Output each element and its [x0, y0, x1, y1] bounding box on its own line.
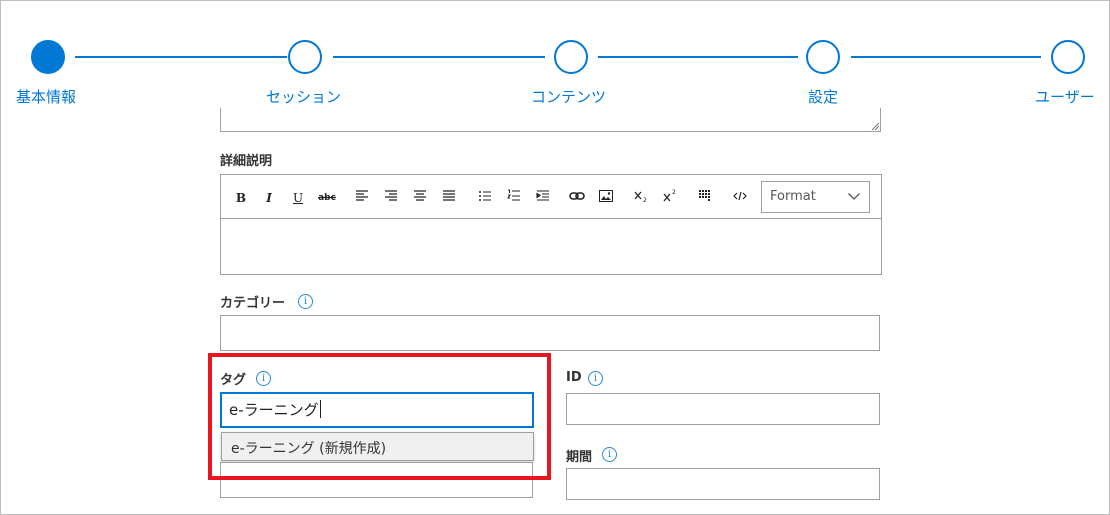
step-connector: [333, 56, 545, 58]
step-connector: [851, 56, 1041, 58]
chevron-down-icon: [848, 193, 860, 200]
step-3-label[interactable]: コンテンツ: [531, 86, 606, 107]
link-icon[interactable]: [567, 189, 587, 207]
id-info-icon[interactable]: i: [588, 371, 603, 386]
step-4-label[interactable]: 設定: [808, 86, 838, 107]
underline-button[interactable]: U: [288, 189, 308, 207]
step-1-circle[interactable]: [31, 40, 65, 74]
image-icon[interactable]: [596, 189, 616, 207]
numbered-list-icon[interactable]: [504, 189, 524, 207]
bullet-list-icon[interactable]: [475, 189, 495, 207]
svg-text:2: 2: [672, 189, 676, 196]
step-4-circle[interactable]: [806, 40, 840, 74]
period-info-icon[interactable]: i: [602, 447, 617, 462]
step-connector: [598, 56, 798, 58]
format-select-value: Format: [770, 189, 816, 204]
id-input[interactable]: [566, 393, 880, 425]
table-icon[interactable]: [695, 189, 715, 207]
step-2-label[interactable]: セッション: [266, 86, 341, 107]
indent-icon[interactable]: [533, 189, 553, 207]
subscript-icon[interactable]: 2: [631, 189, 651, 207]
align-left-icon[interactable]: [352, 189, 372, 207]
step-5-circle[interactable]: [1051, 40, 1085, 74]
resize-grip-icon[interactable]: [871, 122, 879, 130]
code-view-icon[interactable]: [730, 189, 750, 207]
italic-button[interactable]: I: [259, 189, 279, 207]
superscript-icon[interactable]: 2: [660, 189, 680, 207]
bold-button[interactable]: B: [231, 189, 251, 207]
category-input[interactable]: [220, 315, 880, 351]
category-info-icon[interactable]: i: [298, 294, 313, 309]
align-justify-icon[interactable]: [439, 189, 459, 207]
strikethrough-button[interactable]: abc: [315, 189, 339, 207]
summary-textarea[interactable]: [220, 108, 881, 132]
period-label: 期間: [566, 450, 593, 465]
svg-text:2: 2: [643, 197, 647, 203]
step-1-label[interactable]: 基本情報: [16, 86, 76, 107]
format-select[interactable]: Format: [761, 181, 870, 213]
rich-text-editor[interactable]: B I U abc 2 2 Format: [220, 174, 882, 275]
editor-toolbar: B I U abc 2 2 Format: [221, 175, 881, 219]
step-3-circle[interactable]: [554, 40, 588, 74]
category-label: カテゴリー: [220, 296, 286, 311]
align-right-icon[interactable]: [381, 189, 401, 207]
id-label: ID: [566, 370, 582, 385]
step-connector: [75, 56, 287, 58]
detail-label: 詳細説明: [220, 154, 273, 169]
period-input[interactable]: [566, 468, 880, 500]
step-2-circle[interactable]: [288, 40, 322, 74]
align-center-icon[interactable]: [410, 189, 430, 207]
step-5-label[interactable]: ユーザー: [1035, 86, 1095, 107]
highlight-box: [208, 353, 551, 480]
